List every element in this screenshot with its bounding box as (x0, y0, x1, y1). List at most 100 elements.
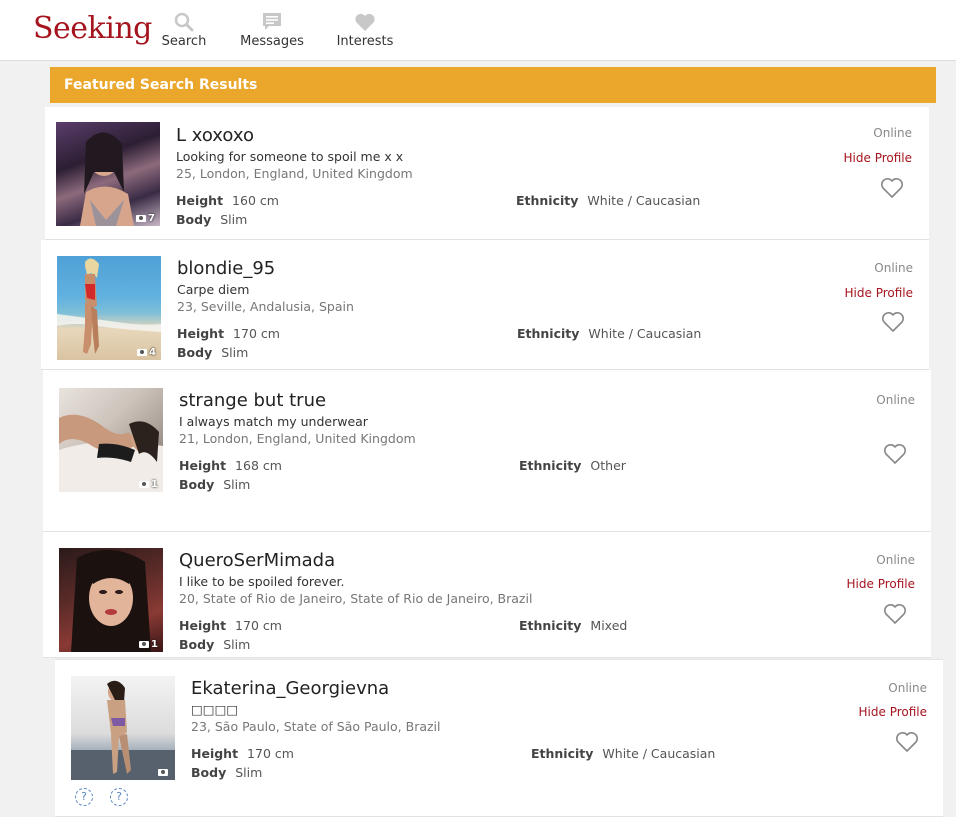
body-value: Slim (223, 477, 251, 492)
ethnicity-label: Ethnicity (519, 618, 582, 633)
ethnicity-label: Ethnicity (531, 746, 594, 761)
seeking-logo[interactable]: Seeking (33, 11, 152, 46)
help-badge-icon[interactable]: ? (75, 788, 93, 806)
body-value: Slim (235, 765, 263, 780)
ethnicity-value: White / Caucasian (602, 746, 716, 761)
camera-icon (139, 480, 150, 488)
ethnicity-attr: Ethnicity Mixed (519, 616, 627, 635)
height-attr: Height 170 cm (191, 744, 294, 763)
profile-photo[interactable]: 1 (59, 388, 163, 492)
height-label: Height (179, 458, 227, 473)
height-attr: Height 170 cm (177, 324, 280, 343)
photo-count: 7 (136, 213, 155, 224)
camera-icon (137, 348, 148, 356)
nav-messages[interactable]: Messages (238, 12, 306, 49)
height-value: 160 cm (232, 193, 279, 208)
profile-location: 21, London, England, United Kingdom (179, 431, 416, 446)
photo-count-value: 7 (148, 213, 155, 224)
help-badge-icon[interactable]: ? (110, 788, 128, 806)
photo-count-value: 4 (149, 347, 156, 358)
hide-profile-link[interactable]: Hide Profile (847, 577, 915, 591)
body-attr: Body Slim (177, 343, 248, 362)
body-attr: Body Slim (176, 210, 247, 229)
profile-photo[interactable]: 7 (56, 122, 160, 226)
profile-tagline: Carpe diem (177, 282, 250, 297)
hide-profile-link[interactable]: Hide Profile (844, 151, 912, 165)
ethnicity-attr: Ethnicity White / Caucasian (516, 191, 700, 210)
online-status: Online (876, 393, 915, 407)
favorite-heart-icon[interactable] (883, 443, 907, 465)
favorite-heart-icon[interactable] (895, 731, 919, 753)
hide-profile-link[interactable]: Hide Profile (845, 286, 913, 300)
profile-photo[interactable]: 4 (57, 256, 161, 360)
featured-results-banner: Featured Search Results (50, 67, 936, 103)
ethnicity-value: White / Caucasian (588, 326, 702, 341)
ethnicity-attr: Ethnicity White / Caucasian (517, 324, 701, 343)
ethnicity-label: Ethnicity (517, 326, 580, 341)
camera-icon (158, 768, 168, 776)
profile-photo[interactable] (71, 676, 175, 780)
nav-messages-label: Messages (240, 34, 304, 49)
ethnicity-attr: Ethnicity Other (519, 456, 626, 475)
photo-placeholder (71, 680, 175, 780)
body-attr: Body Slim (191, 763, 262, 782)
search-icon (174, 12, 194, 32)
height-label: Height (177, 326, 225, 341)
ethnicity-value: Mixed (590, 618, 628, 633)
body-label: Body (176, 212, 212, 227)
profile-info: Ekaterina_Georgievna □□□□ 23, São Paulo,… (191, 678, 441, 735)
hide-profile-link[interactable]: Hide Profile (859, 705, 927, 719)
profile-info: QueroSerMimada I like to be spoiled fore… (179, 550, 532, 607)
camera-icon (136, 214, 147, 222)
top-navigation-bar: Seeking Search Messages Interests (0, 0, 956, 61)
ethnicity-label: Ethnicity (519, 458, 582, 473)
profile-info: L xoxoxo Looking for someone to spoil me… (176, 125, 413, 182)
favorite-heart-icon[interactable] (880, 177, 904, 199)
profile-card[interactable]: 1 strange but true I always match my und… (43, 370, 931, 532)
profile-username[interactable]: strange but true (179, 390, 416, 412)
profile-tagline: Looking for someone to spoil me x x (176, 149, 404, 164)
profile-card[interactable]: 7 L xoxoxo Looking for someone to spoil … (45, 107, 929, 240)
profile-tagline: □□□□ (191, 702, 239, 717)
profile-location: 20, State of Rio de Janeiro, State of Ri… (179, 591, 533, 606)
height-value: 170 cm (233, 326, 280, 341)
ethnicity-attr: Ethnicity White / Caucasian (531, 744, 715, 763)
online-status: Online (873, 126, 912, 140)
profile-username[interactable]: blondie_95 (177, 258, 354, 280)
photo-count: 1 (139, 639, 158, 650)
body-value: Slim (221, 345, 249, 360)
height-value: 168 cm (235, 458, 282, 473)
height-label: Height (179, 618, 227, 633)
photo-placeholder (57, 258, 161, 354)
body-value: Slim (223, 637, 251, 652)
height-attr: Height 160 cm (176, 191, 279, 210)
favorite-heart-icon[interactable] (881, 311, 905, 333)
profile-info: blondie_95 Carpe diem 23, Seville, Andal… (177, 258, 354, 315)
photo-count: 1 (139, 479, 158, 490)
profile-username[interactable]: Ekaterina_Georgievna (191, 678, 441, 700)
profile-location: 23, São Paulo, State of São Paulo, Brazi… (191, 719, 441, 734)
messages-icon (263, 13, 281, 30)
height-label: Height (191, 746, 239, 761)
profile-photo[interactable]: 1 (59, 548, 163, 652)
photo-placeholder (71, 549, 151, 652)
online-status: Online (876, 553, 915, 567)
photo-count: 4 (137, 347, 156, 358)
profile-card[interactable]: 1 QueroSerMimada I like to be spoiled fo… (43, 532, 931, 658)
nav-interests[interactable]: Interests (333, 12, 397, 49)
nav-search[interactable]: Search (160, 12, 208, 49)
profile-location: 23, Seville, Andalusia, Spain (177, 299, 354, 314)
profile-username[interactable]: QueroSerMimada (179, 550, 532, 572)
body-label: Body (179, 477, 215, 492)
body-attr: Body Slim (179, 635, 250, 654)
profile-card[interactable]: ? ? Ekaterina_Georgievna □□□□ 23, São Pa… (55, 659, 943, 817)
ethnicity-value: Other (590, 458, 626, 473)
profile-username[interactable]: L xoxoxo (176, 125, 413, 147)
photo-count (158, 767, 170, 778)
height-attr: Height 170 cm (179, 616, 282, 635)
heart-icon (355, 13, 375, 32)
camera-icon (139, 640, 150, 648)
body-value: Slim (220, 212, 248, 227)
profile-card[interactable]: 4 blondie_95 Carpe diem 23, Seville, And… (41, 240, 929, 370)
favorite-heart-icon[interactable] (883, 603, 907, 625)
